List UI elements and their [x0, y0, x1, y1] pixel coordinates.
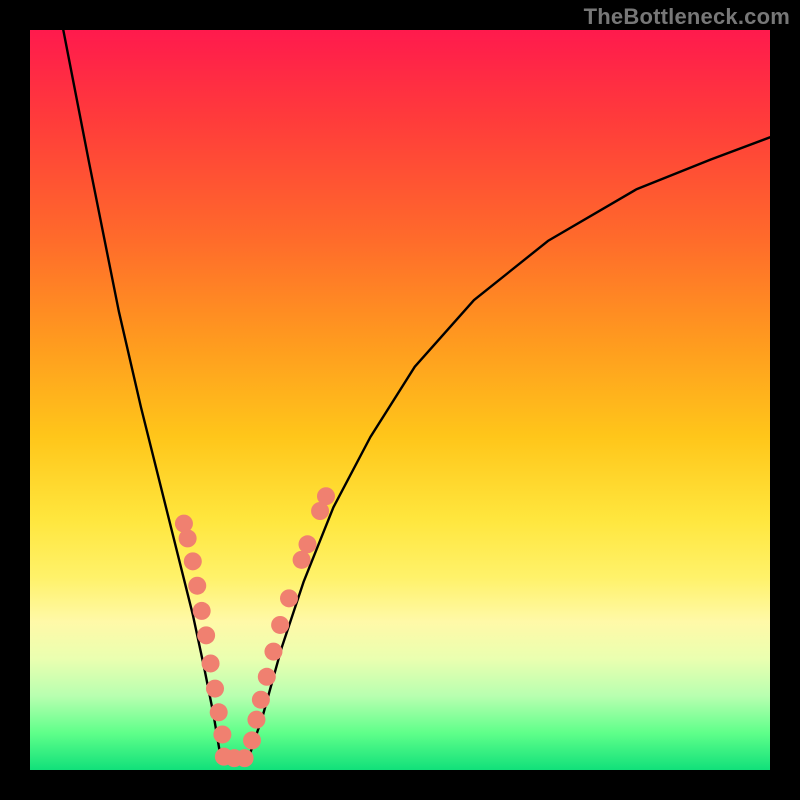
curve-lines: [63, 30, 770, 759]
data-dot: [236, 749, 254, 767]
data-dot: [258, 668, 276, 686]
data-dot: [225, 749, 243, 767]
data-dot: [193, 602, 211, 620]
plot-area: [30, 30, 770, 770]
data-dot: [271, 616, 289, 634]
chart-overlay: [30, 30, 770, 770]
data-dot: [210, 703, 228, 721]
data-dot: [175, 515, 193, 533]
bottleneck-curve: [63, 30, 770, 759]
data-dots: [175, 487, 335, 767]
data-dot: [184, 552, 202, 570]
data-dot: [317, 487, 335, 505]
chart-frame: TheBottleneck.com: [0, 0, 800, 800]
data-dot: [206, 680, 224, 698]
data-dot: [264, 643, 282, 661]
data-dot: [252, 691, 270, 709]
data-dot: [311, 502, 329, 520]
data-dot: [293, 551, 311, 569]
data-dot: [179, 529, 197, 547]
watermark-text: TheBottleneck.com: [584, 4, 790, 30]
data-dot: [247, 711, 265, 729]
data-dot: [280, 589, 298, 607]
data-dot: [197, 626, 215, 644]
data-dot: [243, 731, 261, 749]
data-dot: [215, 748, 233, 766]
data-dot: [188, 577, 206, 595]
data-dot: [202, 654, 220, 672]
data-dot: [213, 725, 231, 743]
data-dot: [299, 535, 317, 553]
